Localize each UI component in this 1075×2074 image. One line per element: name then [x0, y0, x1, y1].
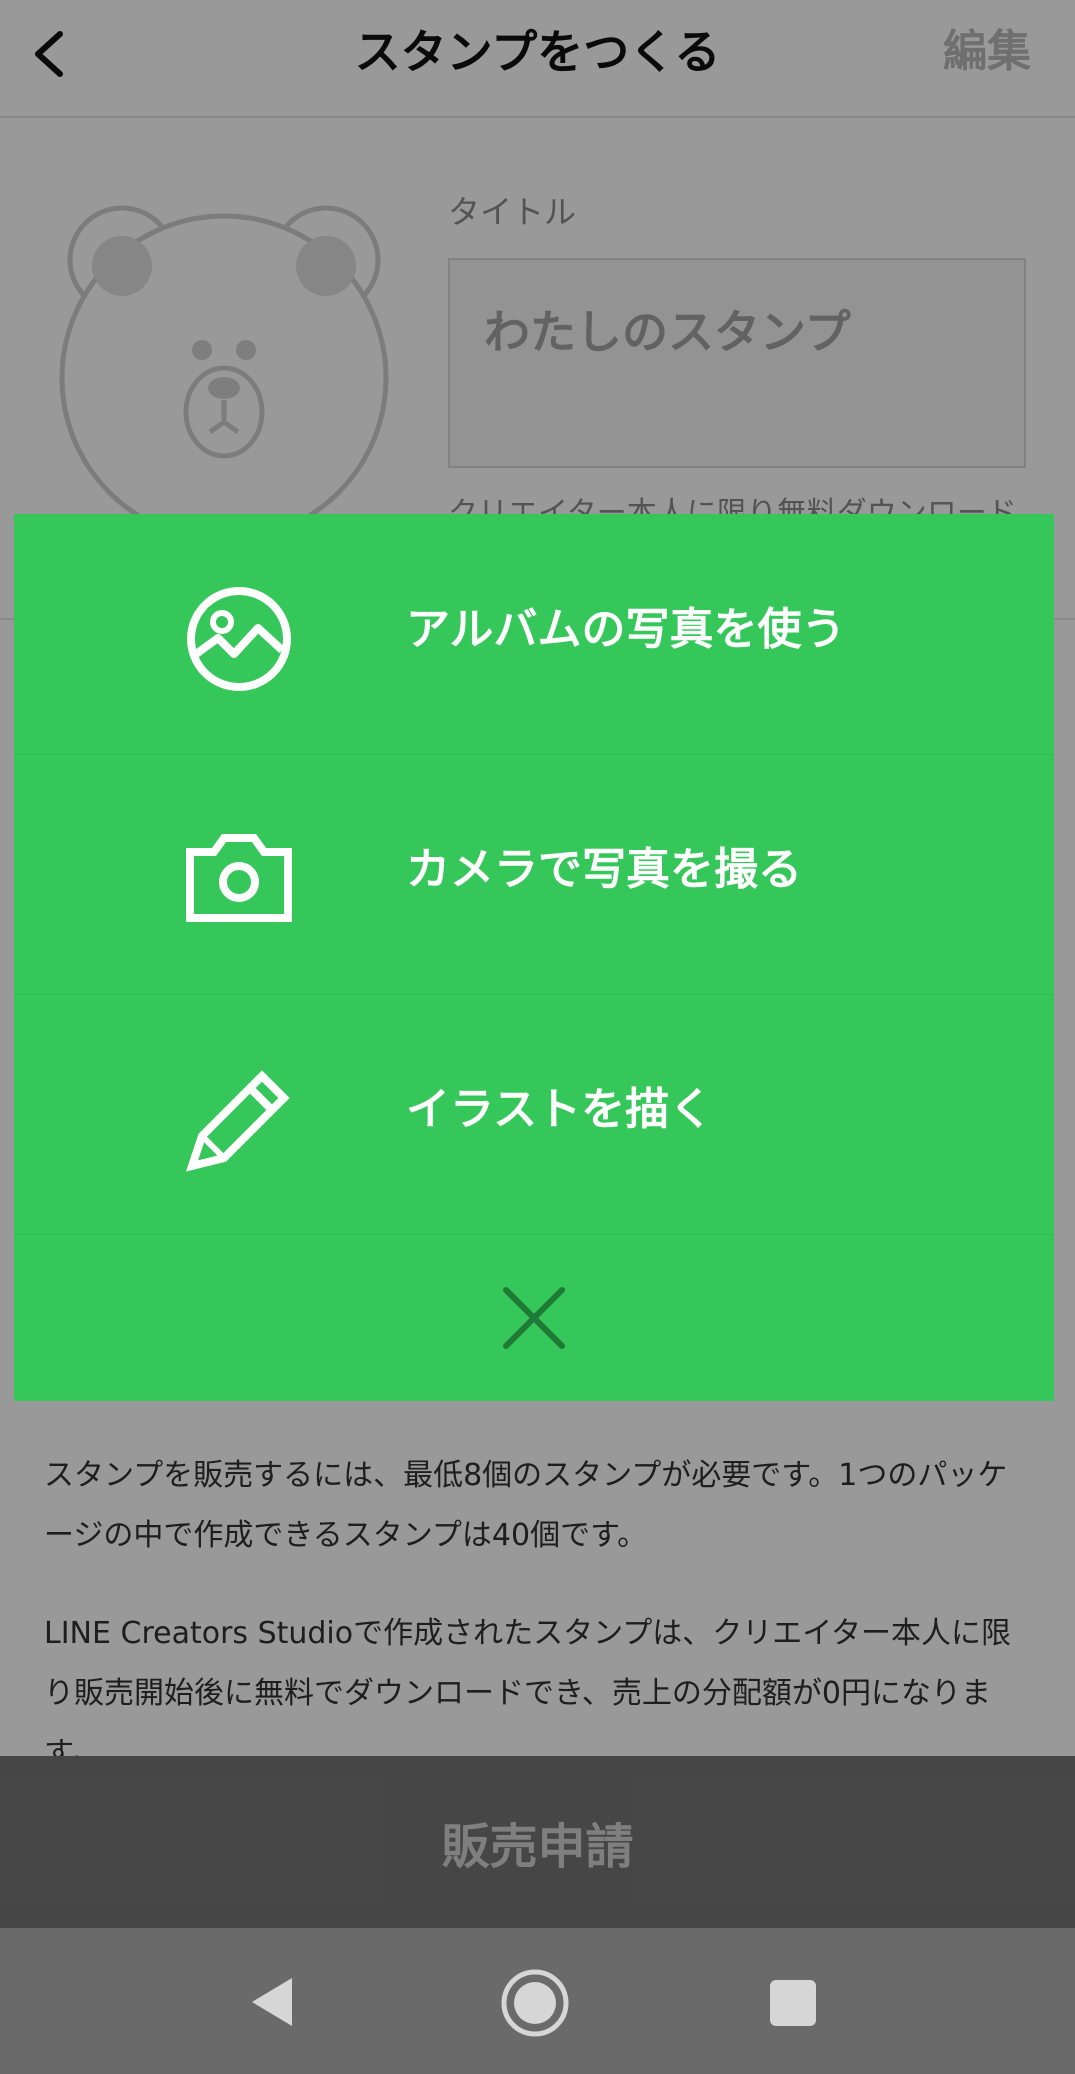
camera-icon	[186, 834, 292, 922]
app-screen: スタンプをつくる 編集 タイトル わたしのスタンプ クリエイター本人に限り無料ダ…	[0, 0, 1075, 2074]
close-icon	[503, 1287, 565, 1349]
nav-back-triangle-icon[interactable]	[248, 1976, 298, 2028]
draw-illustration-option[interactable]: イラストを描く	[14, 994, 1054, 1235]
photo-album-icon	[187, 587, 291, 691]
draw-illustration-label: イラストを描く	[406, 1084, 714, 1135]
use-album-photo-option[interactable]: アルバムの写真を使う	[14, 514, 1054, 755]
take-camera-photo-option[interactable]: カメラで写真を撮る	[14, 754, 1054, 995]
take-camera-photo-label: カメラで写真を撮る	[406, 844, 802, 895]
close-sheet-button[interactable]	[14, 1234, 1054, 1401]
pencil-icon	[185, 1070, 290, 1172]
sell-button-overlay	[0, 1756, 1075, 1928]
use-album-photo-label: アルバムの写真を使う	[406, 604, 846, 655]
system-navigation-bar	[0, 1928, 1075, 2074]
photo-source-sheet: アルバムの写真を使う カメラで写真を撮る イラストを描く	[14, 514, 1054, 1401]
nav-home-circle-icon[interactable]	[500, 1968, 570, 2038]
nav-recent-square-icon[interactable]	[770, 1980, 816, 2026]
